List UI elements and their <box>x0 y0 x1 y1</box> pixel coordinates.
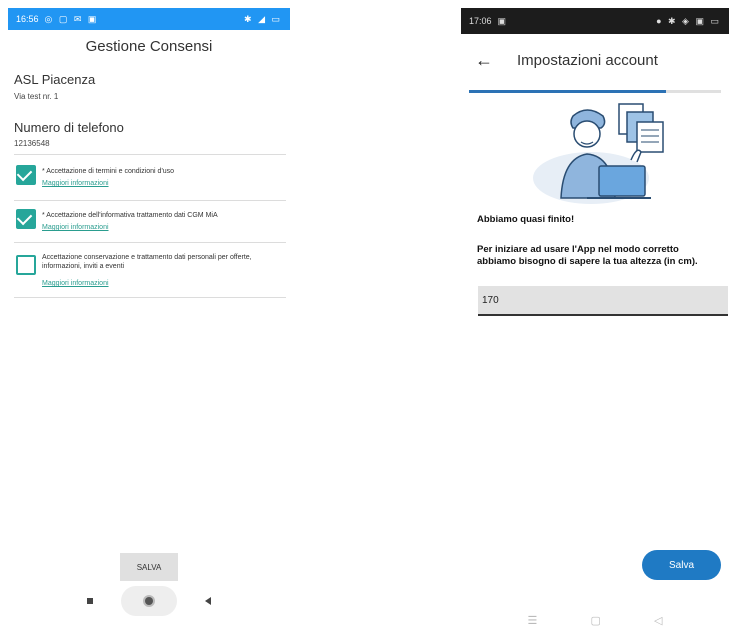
height-input-value: 170 <box>482 295 499 306</box>
save-button[interactable]: Salva <box>642 550 721 580</box>
status-bar: 17:06 ▣ ● ✱ ◈ ▣ ▭ <box>461 8 729 34</box>
status-bar: 16:56 ◎ ▢ ✉ ▣ ✱ ◢ ▭ <box>8 8 290 30</box>
recents-icon[interactable] <box>87 598 93 604</box>
back-arrow-icon[interactable]: ← <box>475 50 493 71</box>
save-button[interactable]: SALVA <box>120 553 178 581</box>
consent-marketing-text: Accettazione conservazione e trattamento… <box>42 254 252 270</box>
status-icons-left: ▣ <box>497 15 509 26</box>
progress-bar <box>469 90 721 93</box>
intro-title: Abbiamo quasi finito! <box>477 214 575 225</box>
status-icons-right: ✱ ◢ ▭ <box>244 13 282 24</box>
left-phone-screen: 16:56 ◎ ▢ ✉ ▣ ✱ ◢ ▭ Gestione Consensi AS… <box>8 8 290 618</box>
status-icons-right: ● ✱ ◈ ▣ ▭ <box>656 15 721 26</box>
intro-body: Per iniziare ad usare l'App nel modo cor… <box>477 244 698 267</box>
consent-privacy-more-link[interactable]: Maggiori informazioni <box>42 224 109 231</box>
phone-label: Numero di telefono <box>14 120 124 135</box>
page-title: Impostazioni account <box>517 52 658 69</box>
consent-row-marketing: Accettazione conservazione e trattamento… <box>14 243 286 298</box>
height-input[interactable]: 170 <box>478 286 728 316</box>
consent-terms-checkbox[interactable] <box>16 165 36 185</box>
system-nav-bar <box>8 584 290 618</box>
consent-marketing-more-link[interactable]: Maggiori informazioni <box>42 280 109 287</box>
org-name: ASL Piacenza <box>14 72 96 87</box>
home-button[interactable] <box>121 586 177 616</box>
status-time: 16:56 <box>16 14 39 24</box>
consent-terms-text: * Accettazione di termini e condizioni d… <box>42 168 175 175</box>
org-address: Via test nr. 1 <box>14 92 59 101</box>
phone-value: 12136548 <box>14 139 50 148</box>
status-icons-left: ◎ ▢ ✉ ▣ <box>44 13 99 24</box>
back-icon[interactable] <box>205 597 211 605</box>
home-icon <box>145 597 153 605</box>
consent-privacy-text: * Accettazione dell'informativa trattame… <box>42 212 218 219</box>
consent-privacy-checkbox[interactable] <box>16 209 36 229</box>
consent-marketing-checkbox[interactable] <box>16 255 36 275</box>
progress-fill <box>469 90 666 93</box>
page-title: Gestione Consensi <box>85 38 213 55</box>
status-time: 17:06 <box>469 16 492 26</box>
checkmark-icon <box>16 165 33 182</box>
consent-terms-more-link[interactable]: Maggiori informazioni <box>42 180 109 187</box>
right-phone-screen: 17:06 ▣ ● ✱ ◈ ▣ ▭ ← Impostazioni account… <box>461 8 729 627</box>
person-laptop-illustration <box>533 103 664 204</box>
consent-row-terms: * Accettazione di termini e condizioni d… <box>14 154 286 201</box>
system-nav-bar: ☰ ▢ ◁ <box>461 608 729 632</box>
consent-row-privacy: * Accettazione dell'informativa trattame… <box>14 200 286 243</box>
checkmark-icon <box>16 209 33 226</box>
